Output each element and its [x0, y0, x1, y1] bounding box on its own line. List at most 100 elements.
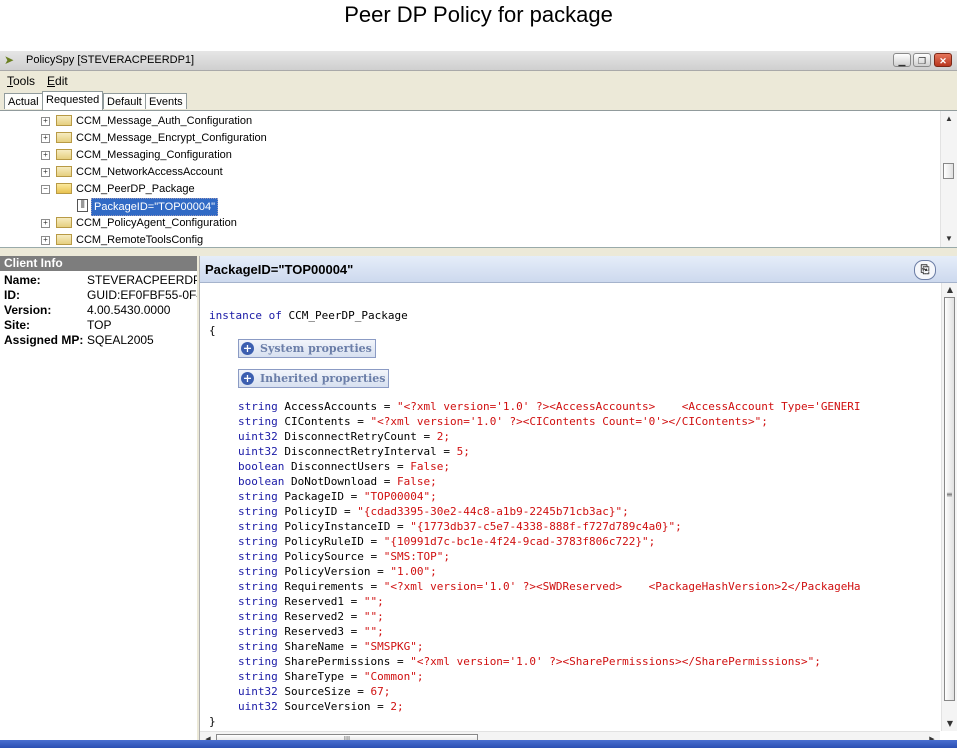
property-line: boolean DoNotDownload = False; [238, 475, 437, 488]
property-value: "<?xml version='1.0' ?><SWDReserved> <Pa… [383, 580, 861, 593]
client-name-value: STEVERACPEERDP1 [87, 273, 197, 287]
tree-item-policyagent[interactable]: + CCM_PolicyAgent_Configuration [0, 215, 930, 231]
tree-item-peerdp-package[interactable]: − CCM_PeerDP_Package [0, 181, 930, 197]
property-name: PackageID [284, 490, 344, 503]
expand-plus-icon: + [241, 342, 254, 355]
detail-vertical-scrollbar[interactable]: ▲ ≡ ▼ [941, 283, 957, 731]
taskbar [0, 740, 957, 748]
system-properties-button[interactable]: + System properties [238, 339, 376, 358]
property-value: 2; [390, 700, 404, 713]
title-bar[interactable]: ➤ PolicySpy [STEVERACPEERDP1] ▁ ❐ ✕ [0, 51, 957, 71]
detail-title: PackageID="TOP00004" [205, 262, 354, 277]
slide-caption: Peer DP Policy for package [344, 2, 613, 27]
minimize-button[interactable]: ▁ [893, 53, 911, 67]
property-type: string [238, 535, 278, 548]
property-name: ShareType [284, 670, 344, 683]
expand-icon[interactable]: + [41, 219, 50, 228]
client-id-label: ID: [4, 288, 20, 302]
client-id-value: GUID:EF0FBF55-0F4 [87, 288, 197, 302]
property-value: "1.00"; [390, 565, 437, 578]
tab-requested[interactable]: Requested [42, 91, 104, 110]
property-name: PolicyRuleID [284, 535, 364, 548]
scroll-up-icon[interactable]: ▲ [942, 283, 957, 297]
folder-icon [56, 217, 72, 228]
open-brace: { [209, 324, 216, 337]
scroll-down-icon[interactable]: ▼ [942, 717, 957, 731]
restore-button[interactable]: ❐ [913, 53, 931, 67]
property-value: "<?xml version='1.0' ?><AccessAccounts> … [396, 400, 861, 413]
property-value: ""; [363, 625, 384, 638]
property-name: Reserved3 [284, 625, 344, 638]
tree-item-message-auth[interactable]: + CCM_Message_Auth_Configuration [0, 113, 930, 129]
property-type: string [238, 625, 278, 638]
tree-item-messaging[interactable]: + CCM_Messaging_Configuration [0, 147, 930, 163]
scroll-up-icon[interactable]: ▲ [941, 112, 957, 126]
tree-item-package-instance[interactable]: ≡ ≡ ≡ PackageID="TOP00004" [0, 198, 930, 216]
property-line: string SharePermissions = "<?xml version… [238, 655, 821, 668]
folder-icon [56, 132, 72, 143]
mof-code-view[interactable]: instance of CCM_PeerDP_Package { + System… [200, 283, 940, 731]
property-type: uint32 [238, 700, 278, 713]
tree-item-network-access[interactable]: + CCM_NetworkAccessAccount [0, 164, 930, 180]
scroll-down-icon[interactable]: ▼ [941, 232, 957, 246]
property-name: PolicyVersion [284, 565, 371, 578]
tree-item-label: CCM_RemoteToolsConfig [76, 234, 204, 246]
expand-icon[interactable]: + [41, 134, 50, 143]
inherited-properties-button[interactable]: + Inherited properties [238, 369, 390, 388]
policy-detail-panel: PackageID="TOP00004" ⎘ instance of CCM_P… [199, 256, 957, 746]
menu-tools[interactable]: Tools [7, 74, 35, 88]
property-name: DisconnectUsers [290, 460, 391, 473]
folder-icon [56, 166, 72, 177]
expand-icon[interactable]: + [41, 151, 50, 160]
tree-vertical-scrollbar[interactable]: ▲ ▼ [940, 111, 957, 247]
property-value: "<?xml version='1.0' ?><CIContents Count… [370, 415, 768, 428]
tree-item-label: CCM_Messaging_Configuration [76, 149, 232, 161]
assigned-mp-label: Assigned MP: [4, 333, 84, 347]
menu-edit[interactable]: Edit [47, 74, 68, 88]
copy-icon[interactable]: ⎘ [914, 260, 936, 280]
expand-icon[interactable]: + [41, 236, 50, 245]
property-line: uint32 DisconnectRetryCount = 2; [238, 430, 450, 443]
scroll-thumb[interactable] [943, 163, 954, 179]
window-title: PolicySpy [STEVERACPEERDP1] [26, 54, 195, 66]
property-value: False; [396, 475, 437, 488]
tab-default[interactable]: Default [103, 93, 146, 109]
property-line: string PolicyRuleID = "{10991d7c-bc1e-4f… [238, 535, 656, 548]
property-type: string [238, 550, 278, 563]
tree-item-remotetools[interactable]: + CCM_RemoteToolsConfig [0, 232, 930, 247]
tree-item-label: PackageID="TOP00004" [91, 198, 219, 216]
property-type: string [238, 595, 278, 608]
property-line: string Reserved3 = ""; [238, 625, 384, 638]
expand-icon[interactable]: + [41, 168, 50, 177]
property-line: string Requirements = "<?xml version='1.… [238, 580, 861, 593]
document-icon: ≡ ≡ ≡ [77, 199, 88, 212]
scroll-thumb[interactable]: ≡ [944, 297, 955, 701]
tree-item-label: CCM_NetworkAccessAccount [76, 166, 223, 178]
property-line: string ShareType = "Common"; [238, 670, 424, 683]
folder-icon [56, 115, 72, 126]
property-value: ""; [363, 610, 384, 623]
property-value: 5; [456, 445, 470, 458]
tab-events[interactable]: Events [145, 93, 187, 109]
property-type: boolean [238, 460, 285, 473]
client-info-panel: Client Info Name: STEVERACPEERDP1 ID: GU… [0, 256, 197, 743]
expand-icon[interactable]: + [41, 117, 50, 126]
property-value: False; [410, 460, 450, 473]
close-button[interactable]: ✕ [934, 53, 952, 67]
property-value: "Common"; [363, 670, 424, 683]
property-type: uint32 [238, 445, 278, 458]
property-type: uint32 [238, 430, 278, 443]
property-value: "{1773db37-c5e7-4338-888f-f727d789c4a0}"… [410, 520, 682, 533]
property-name: PolicyInstanceID [284, 520, 391, 533]
property-name: DisconnectRetryCount [284, 430, 417, 443]
property-type: string [238, 640, 278, 653]
property-type: string [238, 505, 278, 518]
property-line: uint32 SourceSize = 67; [238, 685, 391, 698]
collapse-icon[interactable]: − [41, 185, 50, 194]
tab-actual[interactable]: Actual [4, 93, 43, 109]
property-line: string PackageID = "TOP00004"; [238, 490, 437, 503]
tree-item-label: CCM_PolicyAgent_Configuration [76, 217, 237, 229]
tree-item-message-encrypt[interactable]: + CCM_Message_Encrypt_Configuration [0, 130, 930, 146]
property-type: string [238, 520, 278, 533]
property-type: boolean [238, 475, 285, 488]
